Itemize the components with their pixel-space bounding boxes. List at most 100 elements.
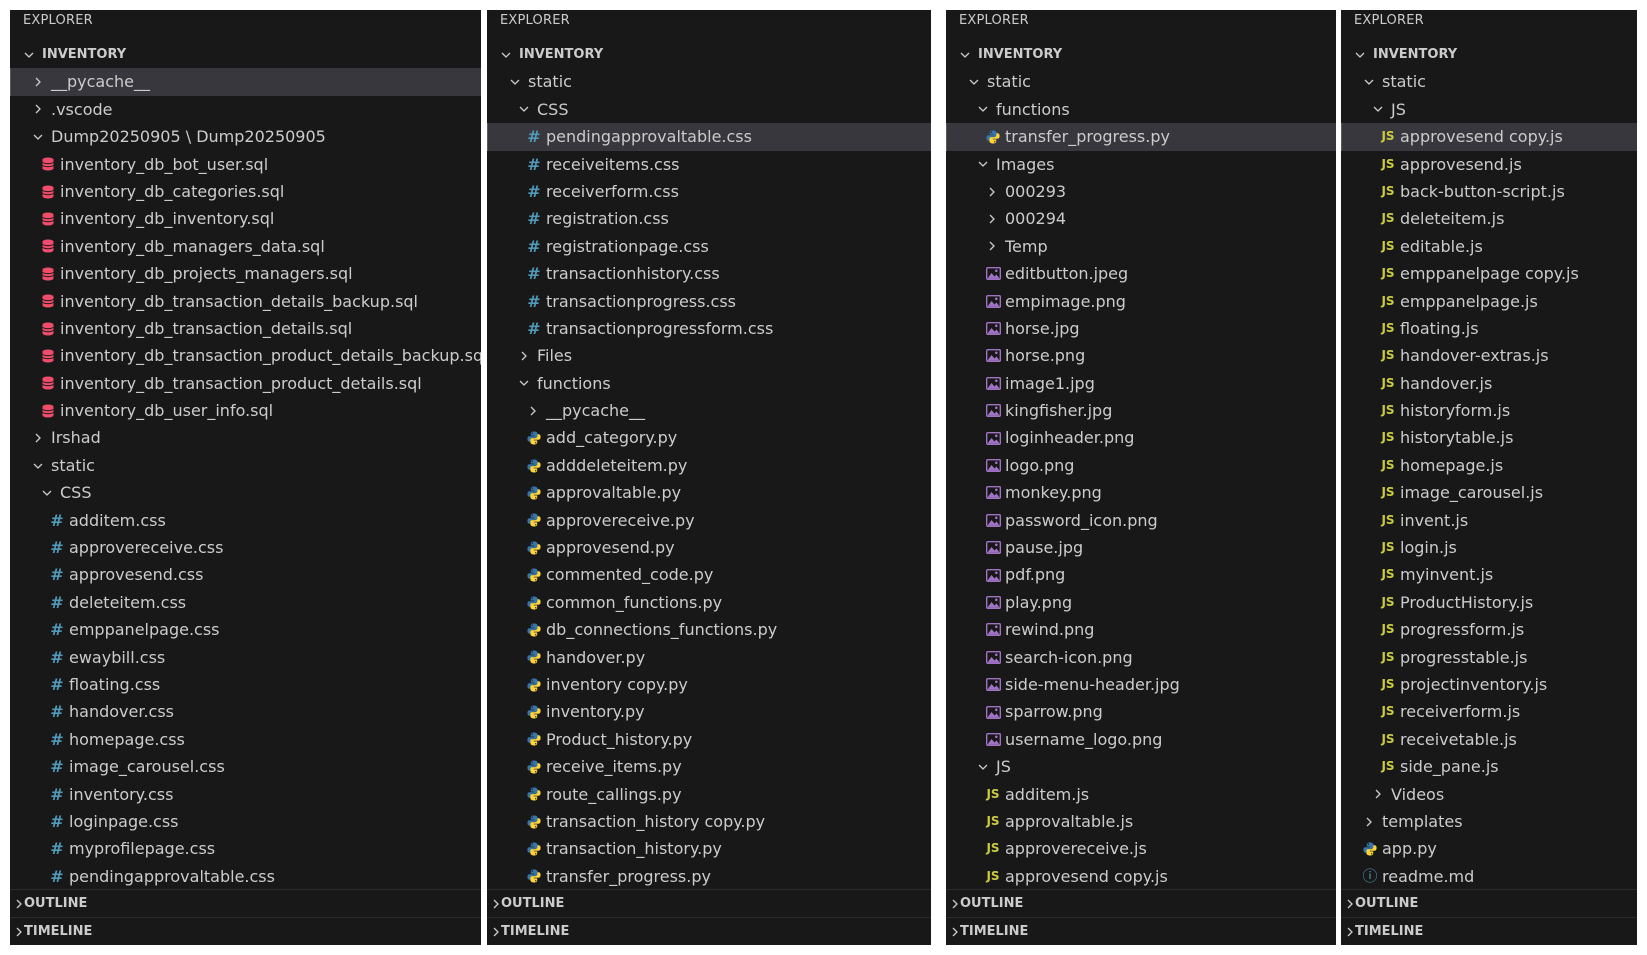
tree-file-item[interactable]: inventory_db_bot_user.sql <box>10 151 481 178</box>
tree-folder-item[interactable]: JS <box>1341 96 1637 123</box>
tree-file-item[interactable]: approvesend.py <box>487 534 931 561</box>
tree-file-item[interactable]: JS receiverform.js <box>1341 698 1637 725</box>
tree-folder-item[interactable]: __pycache__ <box>487 397 931 424</box>
tree-file-item[interactable]: JS projectinventory.js <box>1341 671 1637 698</box>
tree-file-item[interactable]: transfer_progress.py <box>946 123 1336 151</box>
section-outline[interactable]: OUTLINE <box>487 889 931 917</box>
tree-file-item[interactable]: add_category.py <box>487 424 931 451</box>
tree-root-inventory[interactable]: INVENTORY <box>487 41 931 68</box>
tree-file-item[interactable]: # floating.css <box>10 671 481 698</box>
tree-file-item[interactable]: JS ProductHistory.js <box>1341 589 1637 616</box>
tree-file-item[interactable]: # approvereceive.css <box>10 534 481 561</box>
tree-file-item[interactable]: JS additem.js <box>946 781 1336 808</box>
tree-file-item[interactable]: image1.jpg <box>946 370 1336 397</box>
tree-file-item[interactable]: inventory copy.py <box>487 671 931 698</box>
tree-file-item[interactable]: # homepage.css <box>10 726 481 753</box>
tree-file-item[interactable]: JS floating.js <box>1341 315 1637 342</box>
tree-file-item[interactable]: inventory_db_inventory.sql <box>10 205 481 232</box>
tree-file-item[interactable]: JS handover-extras.js <box>1341 342 1637 369</box>
tree-file-item[interactable]: # transactionhistory.css <box>487 260 931 287</box>
tree-file-item[interactable]: inventory_db_transaction_details_backup.… <box>10 288 481 315</box>
tree-file-item[interactable]: JS login.js <box>1341 534 1637 561</box>
tree-file-item[interactable]: approvereceive.py <box>487 507 931 534</box>
tree-file-item[interactable]: empimage.png <box>946 288 1336 315</box>
tree-file-item[interactable]: horse.png <box>946 342 1336 369</box>
tree-folder-item[interactable]: static <box>10 452 481 479</box>
tree-file-item[interactable]: inventory_db_projects_managers.sql <box>10 260 481 287</box>
tree-file-item[interactable]: ⓘ readme.md <box>1341 863 1637 890</box>
tree-file-item[interactable]: inventory_db_managers_data.sql <box>10 233 481 260</box>
tree-folder-item[interactable]: static <box>1341 68 1637 95</box>
tree-file-item[interactable]: JS deleteitem.js <box>1341 205 1637 232</box>
tree-file-item[interactable]: inventory_db_user_info.sql <box>10 397 481 424</box>
tree-folder-item[interactable]: Images <box>946 151 1336 178</box>
tree-file-item[interactable]: inventory_db_categories.sql <box>10 178 481 205</box>
tree-file-item[interactable]: db_connections_functions.py <box>487 616 931 643</box>
tree-file-item[interactable]: JS editable.js <box>1341 233 1637 260</box>
tree-file-item[interactable]: # deleteitem.css <box>10 589 481 616</box>
tree-file-item[interactable]: # transactionprogressform.css <box>487 315 931 342</box>
tree-file-item[interactable]: # emppanelpage.css <box>10 616 481 643</box>
tree-folder-item[interactable]: Dump20250905 \ Dump20250905 <box>10 123 481 150</box>
tree-root-inventory[interactable]: INVENTORY <box>1341 41 1637 68</box>
tree-folder-item[interactable]: Videos <box>1341 781 1637 808</box>
tree-file-item[interactable]: commented_code.py <box>487 561 931 588</box>
tree-file-item[interactable]: common_functions.py <box>487 589 931 616</box>
tree-file-item[interactable]: # pendingapprovaltable.css <box>487 123 931 151</box>
tree-file-item[interactable]: loginheader.png <box>946 424 1336 451</box>
section-timeline[interactable]: TIMELINE <box>1341 917 1637 945</box>
tree-file-item[interactable]: username_logo.png <box>946 726 1336 753</box>
tree-file-item[interactable]: # inventory.css <box>10 781 481 808</box>
tree-file-item[interactable]: JS approvaltable.js <box>946 808 1336 835</box>
tree-folder-item[interactable]: 000293 <box>946 178 1336 205</box>
tree-file-item[interactable]: # ewaybill.css <box>10 644 481 671</box>
tree-file-item[interactable]: play.png <box>946 589 1336 616</box>
tree-file-item[interactable]: monkey.png <box>946 479 1336 506</box>
tree-folder-item[interactable]: .vscode <box>10 96 481 123</box>
tree-file-item[interactable]: JS image_carousel.js <box>1341 479 1637 506</box>
tree-folder-item[interactable]: functions <box>487 370 931 397</box>
section-outline[interactable]: OUTLINE <box>946 889 1336 917</box>
tree-file-item[interactable]: rewind.png <box>946 616 1336 643</box>
tree-file-item[interactable]: JS approvereceive.js <box>946 835 1336 862</box>
tree-file-item[interactable]: app.py <box>1341 835 1637 862</box>
tree-file-item[interactable]: transaction_history copy.py <box>487 808 931 835</box>
tree-file-item[interactable]: receive_items.py <box>487 753 931 780</box>
tree-file-item[interactable]: JS approvesend copy.js <box>1341 123 1637 151</box>
tree-file-item[interactable]: pdf.png <box>946 561 1336 588</box>
tree-folder-item[interactable]: Irshad <box>10 424 481 451</box>
tree-file-item[interactable]: handover.py <box>487 644 931 671</box>
tree-file-item[interactable]: JS invent.js <box>1341 507 1637 534</box>
tree-file-item[interactable]: JS receivetable.js <box>1341 726 1637 753</box>
tree-folder-item[interactable]: Files <box>487 342 931 369</box>
tree-folder-item[interactable]: functions <box>946 96 1336 123</box>
tree-folder-item[interactable]: CSS <box>10 479 481 506</box>
tree-file-item[interactable]: # receiverform.css <box>487 178 931 205</box>
tree-file-item[interactable]: # registration.css <box>487 205 931 232</box>
tree-file-item[interactable]: JS progressform.js <box>1341 616 1637 643</box>
section-timeline[interactable]: TIMELINE <box>946 917 1336 945</box>
tree-root-inventory[interactable]: INVENTORY <box>10 41 481 68</box>
tree-file-item[interactable]: JS side_pane.js <box>1341 753 1637 780</box>
tree-file-item[interactable]: JS historytable.js <box>1341 424 1637 451</box>
tree-file-item[interactable]: JS progresstable.js <box>1341 644 1637 671</box>
tree-file-item[interactable]: # additem.css <box>10 507 481 534</box>
tree-file-item[interactable]: JS approvesend.js <box>1341 151 1637 178</box>
section-timeline[interactable]: TIMELINE <box>10 917 481 945</box>
tree-file-item[interactable]: JS myinvent.js <box>1341 561 1637 588</box>
tree-file-item[interactable]: editbutton.jpeg <box>946 260 1336 287</box>
tree-file-item[interactable]: horse.jpg <box>946 315 1336 342</box>
tree-file-item[interactable]: # receiveitems.css <box>487 151 931 178</box>
tree-file-item[interactable]: approvaltable.py <box>487 479 931 506</box>
tree-file-item[interactable]: JS emppanelpage.js <box>1341 288 1637 315</box>
tree-folder-item[interactable]: templates <box>1341 808 1637 835</box>
tree-file-item[interactable]: search-icon.png <box>946 644 1336 671</box>
tree-file-item[interactable]: JS back-button-script.js <box>1341 178 1637 205</box>
tree-file-item[interactable]: # approvesend.css <box>10 561 481 588</box>
tree-file-item[interactable]: # myprofilepage.css <box>10 835 481 862</box>
tree-file-item[interactable]: # registrationpage.css <box>487 233 931 260</box>
section-timeline[interactable]: TIMELINE <box>487 917 931 945</box>
tree-file-item[interactable]: adddeleteitem.py <box>487 452 931 479</box>
tree-file-item[interactable]: kingfisher.jpg <box>946 397 1336 424</box>
tree-folder-item[interactable]: __pycache__ <box>10 68 481 97</box>
